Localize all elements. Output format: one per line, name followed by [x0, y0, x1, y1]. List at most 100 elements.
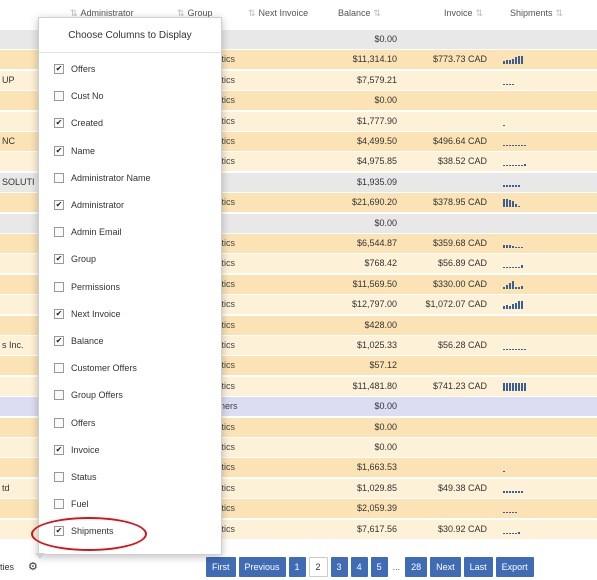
sparkline-bar	[503, 382, 505, 391]
column-option[interactable]: Admin Email	[54, 225, 122, 239]
column-checkbox[interactable]	[54, 390, 64, 401]
sparkline-bar	[509, 532, 511, 534]
page-button-1[interactable]: 1	[288, 557, 306, 577]
sparkline-bar	[509, 306, 511, 310]
column-checkbox[interactable]: ✔	[54, 118, 64, 129]
invoice-cell: $56.28 CAD	[437, 340, 487, 350]
column-option[interactable]: ✔ Balance	[54, 334, 104, 348]
next-page-button[interactable]: Next	[430, 557, 461, 577]
column-checkbox[interactable]	[54, 363, 64, 374]
sparkline-bar	[521, 301, 523, 310]
page-button-3[interactable]: 3	[330, 557, 348, 577]
column-checkbox[interactable]: ✔	[54, 308, 64, 319]
page-button-28[interactable]: 28	[405, 557, 428, 577]
sparkline-bar	[503, 471, 505, 473]
gear-icon[interactable]: ⚙	[28, 560, 38, 573]
sparkline-bar	[515, 382, 517, 391]
balance-cell: $57.12	[369, 360, 397, 371]
column-checkbox[interactable]: ✔	[54, 444, 64, 455]
column-option[interactable]: ✔ Created	[54, 116, 103, 130]
column-option[interactable]: Status	[54, 470, 97, 484]
column-checkbox[interactable]: ✔	[54, 254, 64, 265]
column-checkbox[interactable]	[54, 227, 64, 238]
sparkline-bar	[515, 165, 517, 167]
column-checkbox[interactable]	[54, 417, 64, 428]
column-option-label: Administrator Name	[71, 172, 151, 183]
page-button-5[interactable]: 5	[370, 557, 388, 577]
column-option[interactable]: ✔ Invoice	[54, 443, 100, 457]
sparkline-bar	[509, 267, 511, 269]
column-checkbox[interactable]: ✔	[54, 145, 64, 156]
column-option-label: Next Invoice	[71, 308, 121, 319]
sparkline-bar	[503, 306, 505, 310]
invoice-cell: $1,072.07 CAD	[425, 299, 487, 310]
sparkline-bar	[512, 83, 514, 85]
sparkline-bar	[506, 165, 508, 167]
sparkline-bar	[515, 286, 517, 289]
column-option[interactable]: Offers	[54, 416, 95, 430]
sparkline-bar	[509, 282, 511, 289]
sparkline-bar	[506, 382, 508, 391]
column-option[interactable]: ✔ Administrator	[54, 198, 124, 212]
sparkline-bar	[515, 490, 517, 493]
sparkline-bar	[509, 145, 511, 146]
sparkline-bar	[524, 145, 526, 146]
sparkline-bar	[503, 61, 505, 65]
shipments-sparkline	[503, 55, 524, 65]
previous-page-button[interactable]: Previous	[238, 557, 286, 577]
balance-cell: $4,975.85	[356, 156, 397, 167]
column-checkbox[interactable]: ✔	[54, 64, 64, 74]
column-option[interactable]: Group Offers	[54, 388, 123, 402]
export-button[interactable]: Export	[495, 557, 534, 577]
balance-cell: $0.00	[374, 95, 397, 106]
sparkline-bar	[512, 201, 514, 208]
column-checkbox[interactable]: ✔	[54, 200, 64, 210]
sparkline-bar	[506, 490, 508, 493]
sparkline-bar	[521, 490, 523, 493]
column-checkbox[interactable]	[54, 172, 64, 183]
column-option[interactable]: Customer Offers	[54, 361, 137, 375]
page-button-4[interactable]: 4	[350, 557, 368, 577]
balance-cell: $21,690.20	[351, 197, 397, 208]
column-option-label: Fuel	[71, 499, 89, 510]
first-page-button[interactable]: First	[206, 557, 236, 577]
pagination: First Previous 1 2 3 4 5 ... 28 Next Las…	[206, 557, 534, 579]
sparkline-bar	[518, 247, 520, 248]
column-option[interactable]: ✔ Group	[54, 252, 96, 266]
column-checkbox[interactable]: ✔	[54, 336, 64, 346]
column-option-label: Name	[71, 145, 96, 156]
invoice-cell: $49.38 CAD	[437, 482, 487, 493]
last-page-button[interactable]: Last	[463, 557, 493, 577]
column-option[interactable]: Fuel	[54, 497, 89, 511]
column-checkbox[interactable]	[54, 91, 64, 102]
column-header-shipments[interactable]: Shipments ⇅	[510, 8, 563, 19]
column-checkbox[interactable]	[54, 281, 64, 292]
column-option[interactable]: Cust No	[54, 89, 104, 103]
sparkline-bar	[518, 531, 520, 534]
balance-cell: $1,029.85	[356, 482, 397, 493]
sparkline-bar	[515, 512, 517, 514]
sparkline-bar	[515, 204, 517, 208]
sparkline-bar	[509, 184, 511, 187]
column-header-invoice[interactable]: Invoice ⇅	[444, 8, 483, 19]
sparkline-bar	[509, 165, 511, 167]
sparkline-bar	[518, 349, 520, 350]
balance-cell: $1,025.33	[356, 340, 397, 350]
column-checkbox[interactable]	[54, 472, 64, 482]
sparkline-bar	[512, 145, 514, 146]
column-option[interactable]: ✔ Name	[54, 144, 95, 158]
shipments-sparkline	[503, 198, 521, 208]
sparkline-bar	[512, 267, 514, 269]
column-header-next-invoice[interactable]: ⇅ Next Invoice	[248, 8, 308, 19]
page-button-2-current[interactable]: 2	[308, 557, 328, 577]
column-header-balance[interactable]: Balance ⇅	[338, 8, 381, 19]
divider	[39, 52, 221, 53]
column-option-label: Offers	[71, 417, 96, 428]
sparkline-bar	[509, 60, 511, 65]
customer-name-cell: UP	[2, 74, 15, 85]
column-checkbox[interactable]	[54, 499, 64, 510]
column-option[interactable]: Permissions	[54, 280, 120, 294]
column-option[interactable]: ✔ Next Invoice	[54, 307, 121, 321]
column-option[interactable]: ✔ Offers	[54, 62, 95, 76]
column-option[interactable]: Administrator Name	[54, 171, 151, 185]
